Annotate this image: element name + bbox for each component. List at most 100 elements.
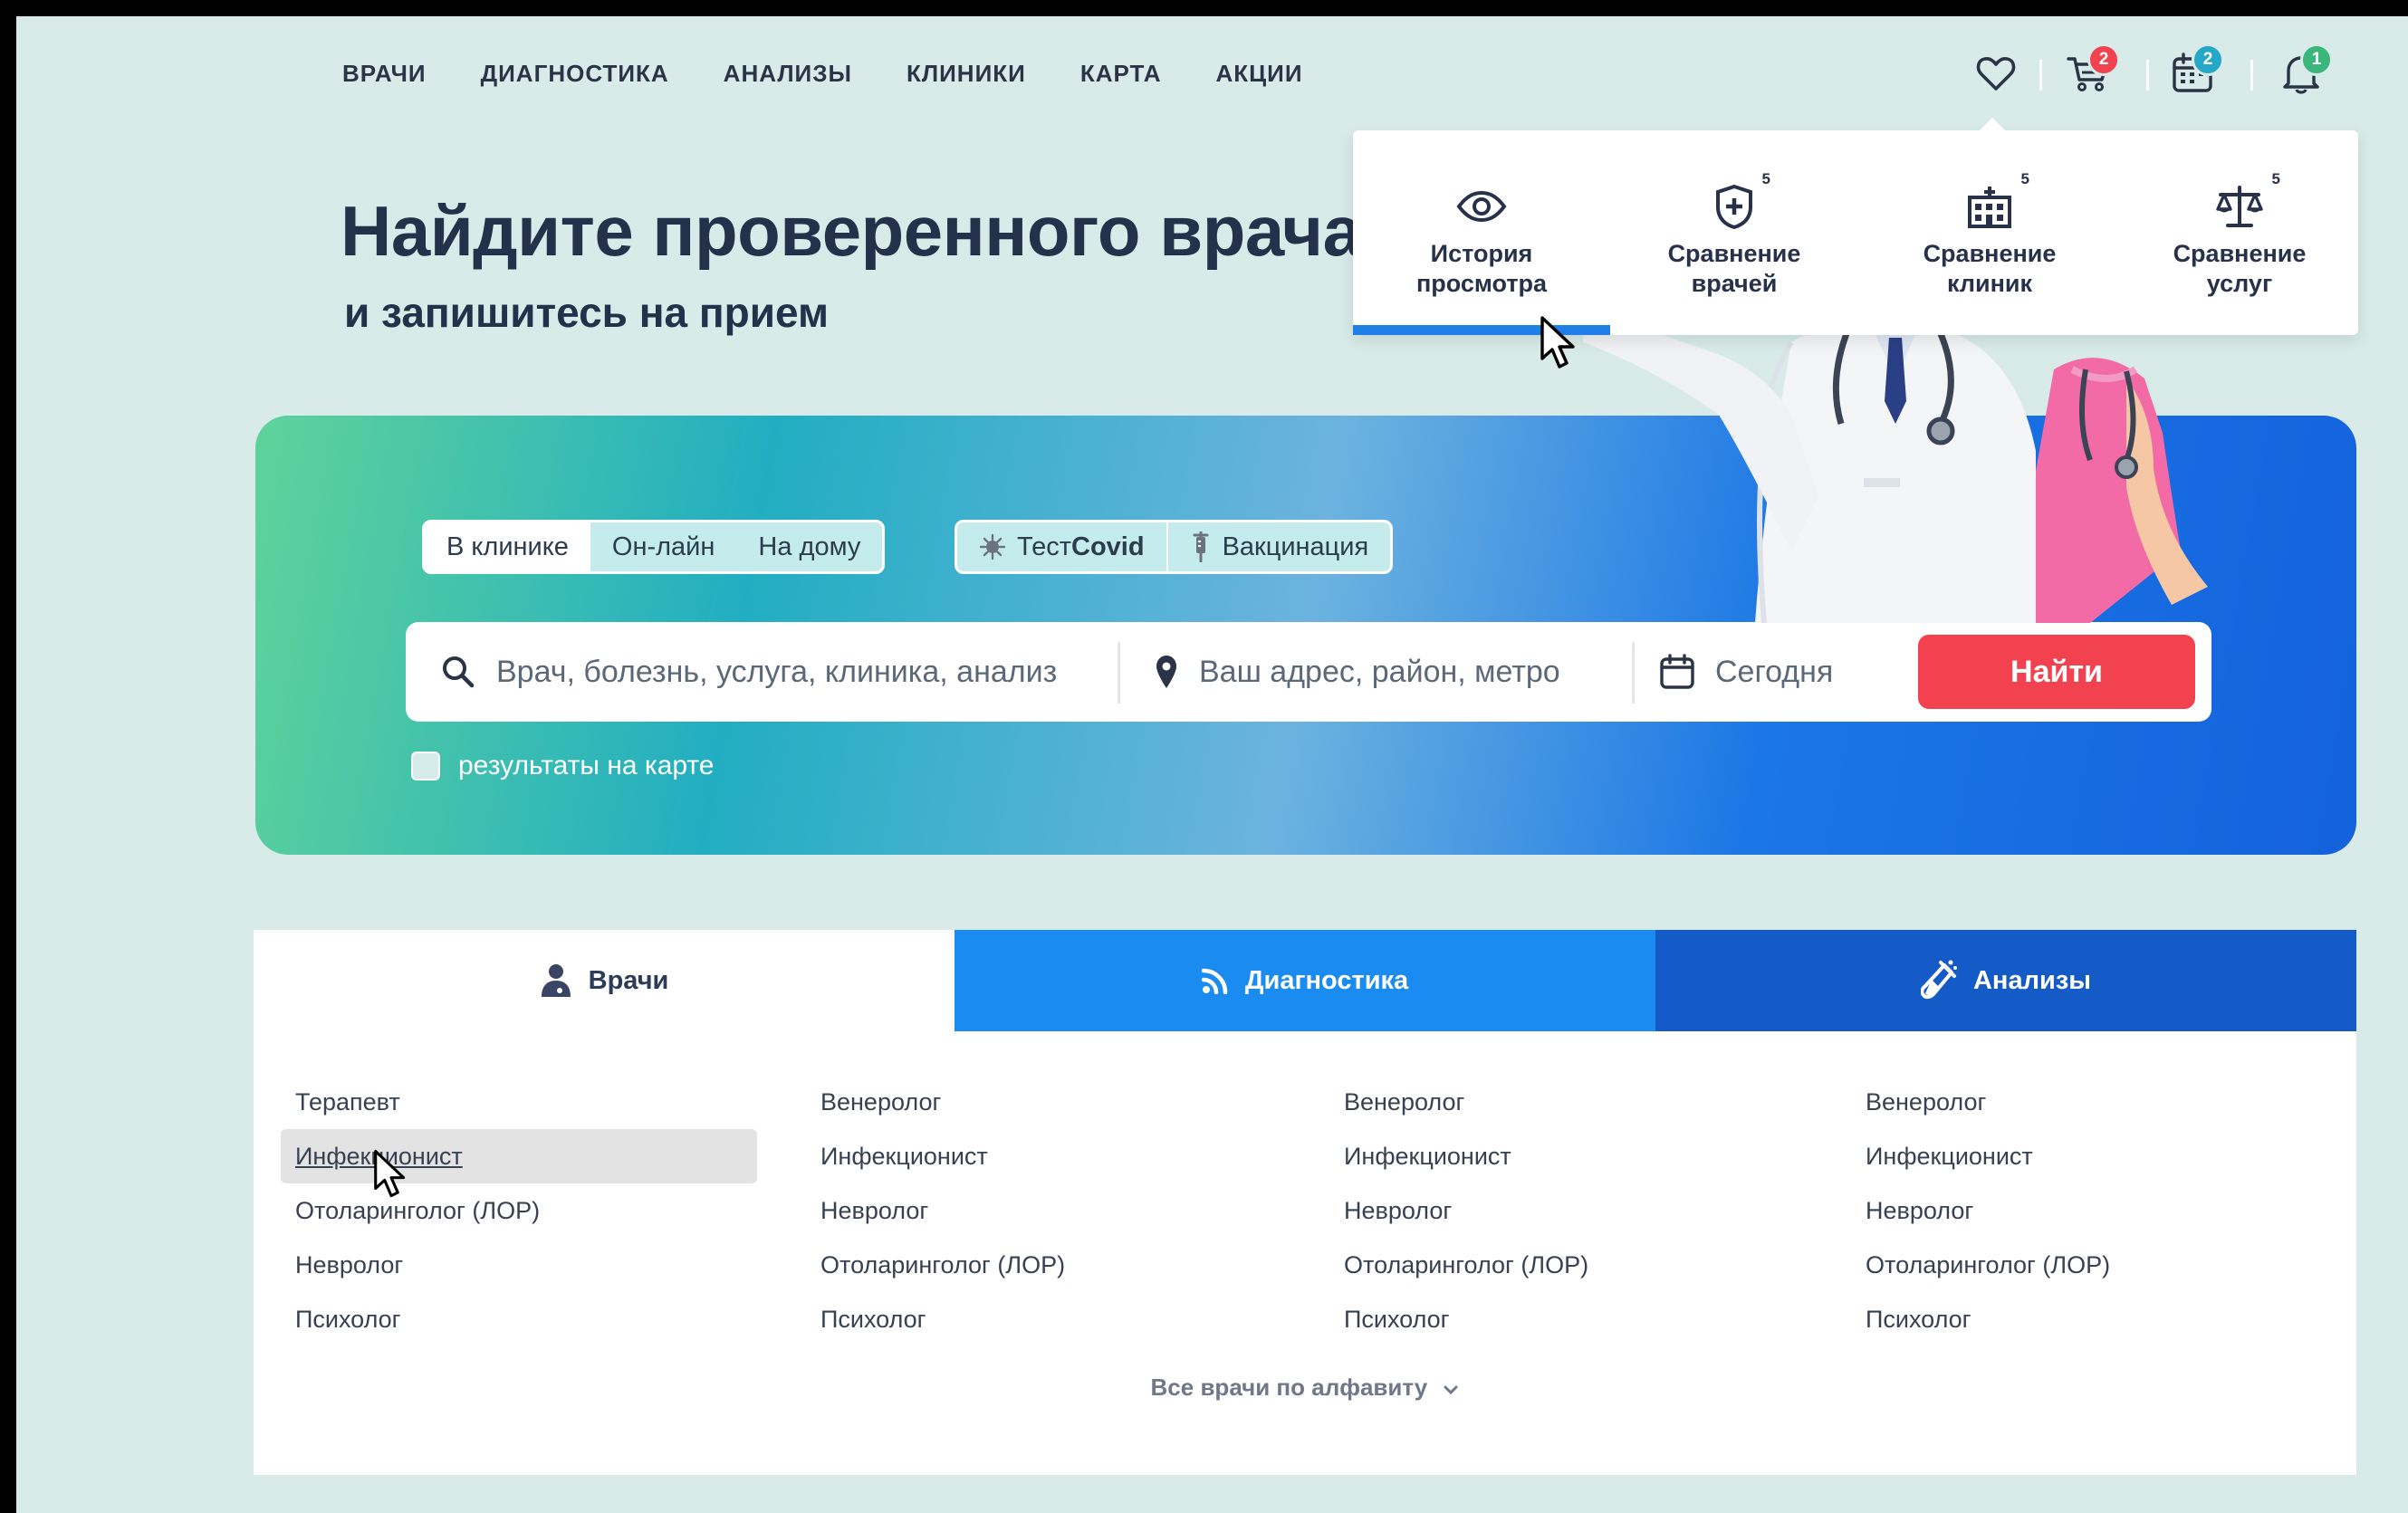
list-item[interactable]: Терапевт (295, 1075, 757, 1129)
nav-item-analyses[interactable]: АНАЛИЗЫ (724, 60, 852, 88)
compare-clinics-count: 5 (2020, 170, 2029, 187)
address-input[interactable]: Ваш адрес, район, метро (1154, 622, 1560, 722)
nav-item-promotions[interactable]: АКЦИИ (1216, 60, 1303, 88)
list-item[interactable]: Невролог (820, 1183, 1065, 1238)
compare-doctors-label-1: Сравнение (1667, 240, 1801, 267)
list-item[interactable]: Венеролог (1866, 1075, 2110, 1129)
search-input[interactable]: Врач, болезнь, услуга, клиника, анализ (440, 622, 1057, 722)
search-divider (1118, 642, 1120, 704)
list-item[interactable]: Отоларинголог (ЛОР) (1866, 1238, 2110, 1292)
tab-doctors-label: Врачи (588, 965, 669, 995)
covid-test-label: Тест (1017, 531, 1071, 561)
search-submit-button[interactable]: Найти (1918, 635, 2195, 709)
page-subtitle: и запишитесь на прием (344, 289, 830, 336)
nav-item-doctors[interactable]: ВРАЧИ (342, 60, 427, 88)
all-doctors-link[interactable]: Все врачи по алфавиту (254, 1374, 2356, 1402)
visit-type-switch: В клинике Он-лайн На дому (422, 520, 886, 574)
compare-clinics-label-2: клиник (1946, 270, 2032, 297)
tab-analyses-label: Анализы (1972, 965, 2092, 995)
hospital-icon: 5 (1966, 170, 2029, 232)
compare-services-count: 5 (2271, 170, 2280, 187)
compare-doctors-count: 5 (1761, 170, 1770, 187)
active-indicator (1353, 325, 1610, 335)
search-bar: Врач, болезнь, услуга, клиника, анализ В… (406, 622, 2211, 722)
visit-type-online[interactable]: Он-лайн (590, 522, 737, 571)
category-tabs: Врачи Диагностика Анализы (254, 930, 2356, 1031)
search-divider (1632, 642, 1635, 704)
address-placeholder: Ваш адрес, район, метро (1199, 654, 1560, 689)
list-item[interactable]: Психолог (1866, 1292, 2110, 1346)
nav-item-clinics[interactable]: КЛИНИКИ (907, 60, 1026, 88)
page: ВРАЧИ ДИАГНОСТИКА АНАЛИЗЫ КЛИНИКИ КАРТА … (16, 16, 2408, 1513)
compare-clinics-label-1: Сравнение (1923, 240, 2057, 267)
list-item[interactable]: Невролог (1866, 1183, 2110, 1238)
vaccination-label: Вакцинация (1222, 531, 1369, 561)
list-item[interactable]: Инфекционист (1866, 1129, 2110, 1183)
rss-icon (1201, 968, 1228, 994)
list-item[interactable]: Инфекционист (820, 1129, 1065, 1183)
list-item[interactable]: Отоларинголог (ЛОР) (295, 1183, 757, 1238)
list-item[interactable]: Психолог (295, 1292, 757, 1346)
list-item-hovered[interactable]: Инфекционист (281, 1129, 757, 1183)
quick-filters: Тест Covid Вакцинация (955, 520, 1394, 574)
header-divider (2039, 60, 2042, 91)
list-item-label: Инфекционист (295, 1142, 463, 1170)
compare-clinics-item[interactable]: 5 Сравнение клиник (1895, 130, 2085, 335)
specialties-column: Венеролог Инфекционист Невролог Отоларин… (1344, 1075, 1588, 1346)
map-results-label: результаты на карте (458, 751, 715, 780)
visit-type-home[interactable]: На дому (736, 522, 882, 571)
view-history-label-1: История (1430, 240, 1533, 267)
compare-popover: История просмотра 5 Сравнение врачей 5 Сра… (1353, 118, 2358, 335)
list-item[interactable]: Венеролог (1344, 1075, 1588, 1129)
view-history-item[interactable]: История просмотра (1353, 130, 1610, 335)
heart-icon[interactable] (1973, 51, 2019, 96)
page-title: Найдите проверенного врача (341, 191, 1362, 271)
nav-item-diagnostics[interactable]: ДИАГНОСТИКА (481, 60, 669, 88)
compare-services-label-1: Сравнение (2173, 240, 2307, 267)
all-doctors-label: Все врачи по алфавиту (1150, 1374, 1428, 1401)
main-nav: ВРАЧИ ДИАГНОСТИКА АНАЛИЗЫ КЛИНИКИ КАРТА … (342, 60, 1303, 88)
specialties-column: Венеролог Инфекционист Невролог Отоларин… (1866, 1075, 2110, 1346)
popover-caret (1980, 118, 2005, 130)
nav-item-map[interactable]: КАРТА (1080, 60, 1162, 88)
map-results-checkbox[interactable]: результаты на карте (411, 751, 715, 781)
covid-test-filter[interactable]: Тест Covid (957, 522, 1166, 571)
doctor-icon (541, 964, 571, 997)
header-actions: 2 2 1 (1973, 16, 2408, 125)
header-divider (2250, 60, 2253, 91)
test-tube-icon (1920, 960, 1957, 1000)
calendar-button[interactable]: 2 (2170, 43, 2224, 96)
date-value: Сегодня (1715, 654, 1834, 689)
tab-diagnostics-label: Диагностика (1244, 965, 1409, 995)
tab-diagnostics[interactable]: Диагностика (955, 930, 1655, 1031)
notifications-button[interactable]: 1 (2278, 43, 2333, 96)
tab-doctors[interactable]: Врачи (254, 930, 955, 1031)
medical-shield-icon: 5 (1714, 170, 1770, 232)
specialties-column: Терапевт Инфекционист Отоларинголог (ЛОР… (281, 1075, 757, 1346)
tab-analyses[interactable]: Анализы (1655, 930, 2356, 1031)
doctors-illustration (1583, 315, 2208, 623)
list-item[interactable]: Невролог (295, 1238, 757, 1292)
list-item[interactable]: Невролог (1344, 1183, 1588, 1238)
compare-doctors-label-2: врачей (1691, 270, 1778, 297)
list-item[interactable]: Инфекционист (1344, 1129, 1588, 1183)
compare-doctors-item[interactable]: 5 Сравнение врачей (1639, 130, 1829, 335)
chevron-down-icon (1444, 1385, 1458, 1395)
search-placeholder: Врач, болезнь, услуга, клиника, анализ (496, 654, 1058, 689)
vaccination-filter[interactable]: Вакцинация (1168, 522, 1391, 571)
list-item[interactable]: Отоларинголог (ЛОР) (1344, 1238, 1588, 1292)
search-icon (443, 656, 475, 688)
specialties-panel: Терапевт Инфекционист Отоларинголог (ЛОР… (254, 1031, 2356, 1475)
calendar-badge: 2 (2192, 43, 2224, 76)
cart-button[interactable]: 2 (2066, 43, 2120, 96)
visit-type-clinic[interactable]: В клинике (425, 522, 590, 571)
view-history-label-2: просмотра (1415, 270, 1548, 297)
date-picker[interactable]: Сегодня (1659, 622, 1833, 722)
list-item[interactable]: Отоларинголог (ЛОР) (820, 1238, 1065, 1292)
list-item[interactable]: Венеролог (820, 1075, 1065, 1129)
compare-services-item[interactable]: 5 Сравнение услуг (2144, 130, 2335, 335)
list-item[interactable]: Психолог (820, 1292, 1065, 1346)
list-item[interactable]: Психолог (1344, 1292, 1588, 1346)
location-pin-icon (1156, 656, 1176, 688)
virus-icon (979, 533, 1006, 560)
